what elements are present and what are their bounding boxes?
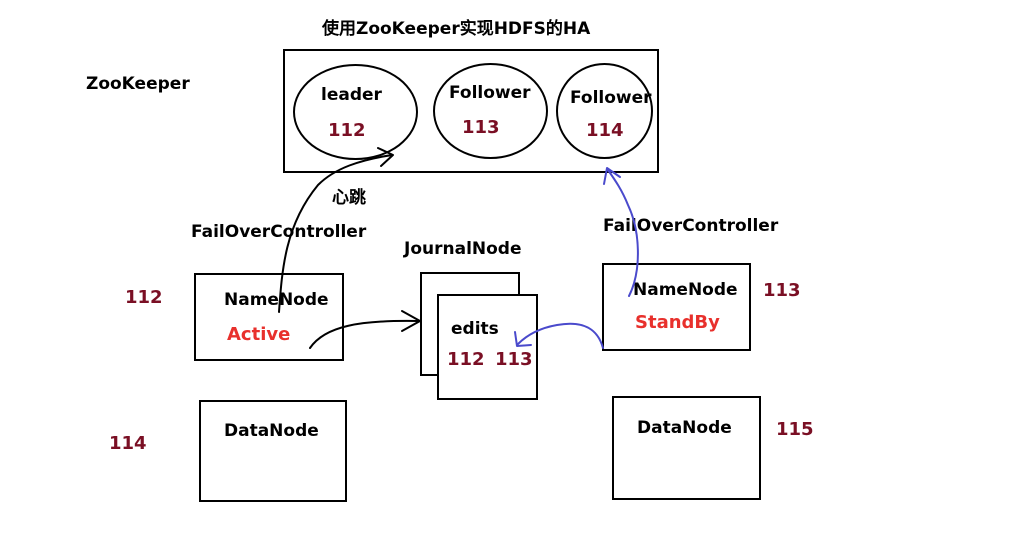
edits-label: edits (451, 319, 499, 339)
zk-follower-id-1: 113 (462, 117, 500, 138)
namenode-active-label: NameNode (224, 290, 329, 310)
edits-id-113: 113 (495, 349, 533, 370)
namenode-standby-box (602, 263, 751, 351)
zk-node-follower-114 (556, 63, 653, 159)
zookeeper-label: ZooKeeper (86, 74, 190, 94)
left-failover-controller: FailOverController (191, 222, 367, 242)
datanode-right-label: DataNode (637, 418, 732, 438)
datanode-left-host: 114 (109, 433, 147, 454)
journalnode-front-box (437, 294, 538, 400)
zk-follower-role-1: Follower (449, 83, 531, 103)
journalnode-label: JournalNode (404, 239, 522, 259)
right-failover-controller: FailOverController (603, 216, 779, 236)
zk-follower-role-2: Follower (570, 88, 652, 108)
namenode-standby-label: NameNode (633, 280, 738, 300)
zk-node-leader (293, 64, 418, 160)
datanode-left-box (199, 400, 347, 502)
zk-leader-role: leader (321, 85, 382, 105)
zk-leader-id: 112 (328, 120, 366, 141)
diagram-title: 使用ZooKeeper实现HDFS的HA (322, 19, 591, 39)
namenode-standby-state: StandBy (635, 312, 720, 333)
namenode-standby-host: 113 (763, 280, 801, 301)
heartbeat-label: 心跳 (332, 188, 366, 208)
datanode-left-label: DataNode (224, 421, 319, 441)
edits-id-112: 112 (447, 349, 485, 370)
zk-follower-id-2: 114 (586, 120, 624, 141)
namenode-active-host: 112 (125, 287, 163, 308)
zk-node-follower-113 (433, 63, 548, 159)
namenode-active-state: Active (227, 324, 291, 345)
active-to-journal-arrowhead (401, 310, 421, 332)
datanode-right-host: 115 (776, 419, 814, 440)
namenode-active-box (194, 273, 344, 361)
datanode-right-box (612, 396, 761, 500)
